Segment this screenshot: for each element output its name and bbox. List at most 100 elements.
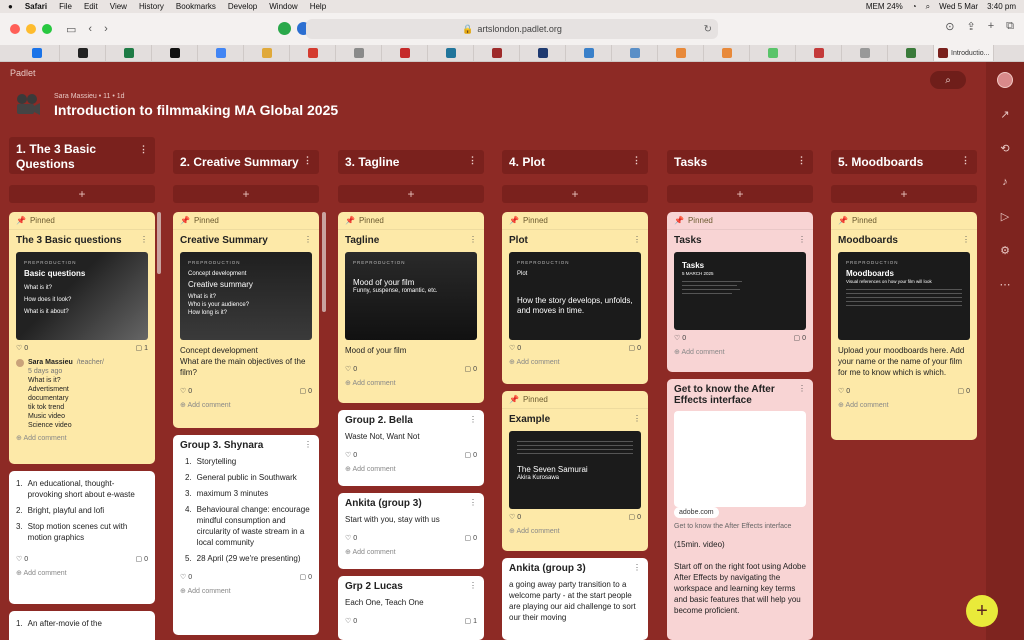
post-menu-icon[interactable]: ⋮ <box>633 235 641 246</box>
tab-15[interactable] <box>704 45 750 61</box>
add-comment-field[interactable]: ⊕ Add comment <box>831 399 977 413</box>
tab-5[interactable] <box>244 45 290 61</box>
post-card[interactable]: 📌 Pinned The 3 Basic questions ⋮ PREPRODUC… <box>9 212 155 464</box>
like-button[interactable]: ♡ 0 <box>16 344 28 352</box>
tab-18[interactable] <box>842 45 888 61</box>
add-post-button[interactable]: + <box>831 185 977 203</box>
tab-wordpress[interactable] <box>428 45 474 61</box>
add-post-button[interactable]: + <box>667 185 813 203</box>
add-post-fab-button[interactable]: + <box>966 595 998 627</box>
post-card[interactable]: Ankita (group 3) ⋮ Start with you, stay w… <box>338 493 484 569</box>
post-menu-icon[interactable]: ⋮ <box>304 440 312 451</box>
like-button[interactable]: ♡ 0 <box>838 387 850 395</box>
post-menu-icon[interactable]: ⋮ <box>469 581 477 592</box>
search-icon[interactable]: ⌕ <box>926 2 930 12</box>
comments-count[interactable]: ▢ 0 <box>629 513 641 521</box>
post-card[interactable]: Get to know the After Effects interface ⋮… <box>667 379 813 640</box>
user-avatar[interactable] <box>997 72 1013 88</box>
tab-11[interactable] <box>520 45 566 61</box>
comments-count[interactable]: ▢ 0 <box>465 365 477 373</box>
tab-17[interactable] <box>796 45 842 61</box>
share-icon[interactable]: ↗ <box>997 106 1013 122</box>
post-card[interactable]: Grp 2 Lucas ⋮ Each One, Teach One ♡ 0 ▢ 1 <box>338 576 484 640</box>
add-comment-field[interactable]: ⊕ Add comment <box>9 432 155 446</box>
column-menu-icon[interactable]: ⋮ <box>468 155 477 166</box>
comments-count[interactable]: ▢ 1 <box>465 617 477 625</box>
forward-icon[interactable]: › <box>104 23 108 35</box>
add-comment-field[interactable]: ⊕ Add comment <box>338 377 484 391</box>
add-comment-field[interactable]: ⊕ Add comment <box>502 525 648 539</box>
downloads-icon[interactable]: ⊙ <box>945 20 954 33</box>
add-comment-field[interactable]: ⊕ Add comment <box>173 399 319 413</box>
tab-12[interactable] <box>566 45 612 61</box>
tab-google[interactable] <box>198 45 244 61</box>
post-menu-icon[interactable]: ⋮ <box>469 498 477 509</box>
post-card[interactable]: 📌 Pinned Tasks ⋮ Tasks 5 MARCH 2025 ♡ 0 ▢ 0… <box>667 212 813 372</box>
post-card[interactable]: 📌 Pinned Tagline ⋮ PREPRODUCTION Mood of y… <box>338 212 484 403</box>
grammarly-icon[interactable] <box>278 22 291 35</box>
add-post-button[interactable]: + <box>502 185 648 203</box>
notifications-bell-icon[interactable]: ♪ <box>997 174 1013 190</box>
post-attachment-image[interactable]: The Seven Samurai Akira Kurosawa <box>509 431 641 509</box>
post-menu-icon[interactable]: ⋮ <box>798 235 806 246</box>
column-header-3-basic-questions[interactable]: 1. The 3 Basic Questions ⋮ <box>9 137 155 174</box>
like-button[interactable]: ♡ 0 <box>509 344 521 352</box>
add-comment-field[interactable]: ⊕ Add comment <box>338 463 484 477</box>
time-label[interactable]: 3:40 pm <box>987 2 1016 11</box>
add-comment-field[interactable]: ⊕ Add comment <box>173 585 319 599</box>
post-card[interactable]: 📌 Pinned Plot ⋮ PREPRODUCTION Plot How the… <box>502 212 648 384</box>
add-comment-field[interactable]: ⊕ Add comment <box>667 346 813 360</box>
address-bar[interactable]: 🔒 artslondon.padlet.org ↻ <box>306 19 718 39</box>
apple-menu-icon[interactable]: ● <box>8 2 13 11</box>
post-card[interactable]: Ankita (group 3) ⋮ a going away party tra… <box>502 558 648 640</box>
post-card[interactable]: 1. An after-movie of the <box>9 611 155 640</box>
comments-count[interactable]: ▢ 0 <box>629 344 641 352</box>
comments-count[interactable]: ▢ 0 <box>958 387 970 395</box>
post-card[interactable]: 1. An educational, thought-provoking shor… <box>9 471 155 604</box>
reload-icon[interactable]: ↻ <box>704 24 712 35</box>
tab-10[interactable] <box>474 45 520 61</box>
comments-count[interactable]: ▢ 0 <box>136 555 148 563</box>
wifi-icon[interactable]: ◔ <box>912 2 917 11</box>
post-card[interactable]: 📌 Pinned Example ⋮ The Seven Samurai Akira… <box>502 391 648 551</box>
post-card[interactable]: Group 2. Bella ⋮ Waste Not, Want Not ♡ 0 ▢… <box>338 410 484 486</box>
post-menu-icon[interactable]: ⋮ <box>633 414 641 425</box>
add-comment-field[interactable]: ⊕ Add comment <box>9 567 155 581</box>
like-button[interactable]: ♡ 0 <box>345 534 357 542</box>
tab-14[interactable] <box>658 45 704 61</box>
column-scrollbar[interactable] <box>157 212 161 274</box>
column-menu-icon[interactable]: ⋮ <box>632 155 641 166</box>
tab-imdb[interactable] <box>60 45 106 61</box>
menu-bookmarks[interactable]: Bookmarks <box>176 2 216 11</box>
like-button[interactable]: ♡ 0 <box>180 573 192 581</box>
like-button[interactable]: ♡ 0 <box>345 451 357 459</box>
like-button[interactable]: ♡ 0 <box>16 555 28 563</box>
column-header-creative-summary[interactable]: 2. Creative Summary ⋮ <box>173 150 319 174</box>
tab-6[interactable] <box>290 45 336 61</box>
post-attachment-image[interactable]: PREPRODUCTION Mood of your film Funny, s… <box>345 252 477 340</box>
comments-count[interactable]: ▢ 0 <box>465 534 477 542</box>
post-card[interactable]: 📌 Pinned Moodboards ⋮ PREPRODUCTION Moodbo… <box>831 212 977 440</box>
like-button[interactable]: ♡ 0 <box>674 334 686 342</box>
column-menu-icon[interactable]: ⋮ <box>961 155 970 166</box>
column-header-plot[interactable]: 4. Plot ⋮ <box>502 150 648 174</box>
tab-overview-icon[interactable]: ⧉ <box>1006 20 1014 33</box>
column-header-tagline[interactable]: 3. Tagline ⋮ <box>338 150 484 174</box>
post-menu-icon[interactable]: ⋮ <box>633 563 641 574</box>
post-attachment-image[interactable]: PREPRODUCTION Basic questions What is it… <box>16 252 148 340</box>
post-attachment-image[interactable]: Tasks 5 MARCH 2025 <box>674 252 806 330</box>
column-scrollbar[interactable] <box>322 212 326 312</box>
comments-count[interactable]: ▢ 0 <box>794 334 806 342</box>
post-menu-icon[interactable]: ⋮ <box>304 235 312 246</box>
slideshow-play-icon[interactable]: ▷ <box>997 208 1013 224</box>
tab-padlet-active[interactable]: Introductio... <box>934 45 994 61</box>
post-card[interactable]: 📌 Pinned Creative Summary ⋮ PREPRODUCTION … <box>173 212 319 428</box>
like-button[interactable]: ♡ 0 <box>180 387 192 395</box>
tab-13[interactable] <box>612 45 658 61</box>
menu-file[interactable]: File <box>59 2 72 11</box>
post-menu-icon[interactable]: ⋮ <box>469 235 477 246</box>
add-comment-field[interactable]: ⊕ Add comment <box>502 356 648 370</box>
post-card[interactable]: Group 3. Shynara ⋮ 1. Storytelling 2. Gener… <box>173 435 319 635</box>
new-tab-icon[interactable]: + <box>988 20 994 33</box>
tab-16[interactable] <box>750 45 796 61</box>
